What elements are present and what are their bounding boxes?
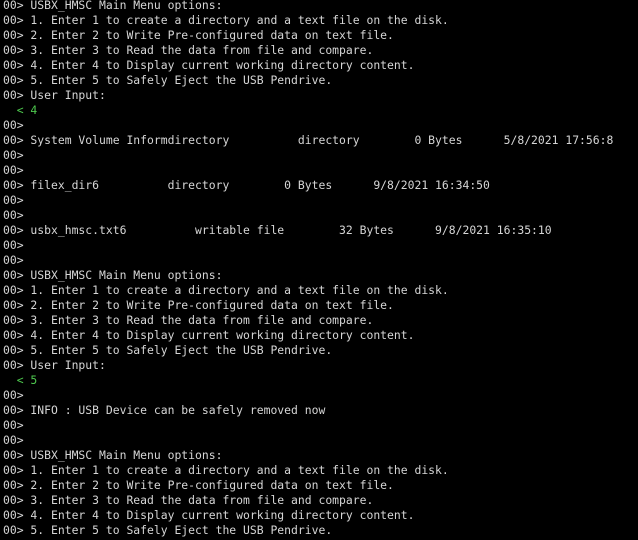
console-line: 00> 3. Enter 3 to Read the data from fil… <box>3 493 374 507</box>
console-line: 00> 1. Enter 1 to create a directory and… <box>3 283 449 297</box>
console-line: 00> USBX_HMSC Main Menu options: <box>3 268 223 282</box>
console-line: 00> 3. Enter 3 to Read the data from fil… <box>3 313 374 327</box>
console-line: 00> 4. Enter 4 to Display current workin… <box>3 328 415 342</box>
console-line: 00> 3. Enter 3 to Read the data from fil… <box>3 43 374 57</box>
console-line: 00> 1. Enter 1 to create a directory and… <box>3 463 449 477</box>
console-line: 00> <box>3 388 24 402</box>
console-line: 00> 4. Enter 4 to Display current workin… <box>3 58 415 72</box>
console-line: 00> <box>3 208 24 222</box>
console-line: 00> <box>3 163 24 177</box>
console-line: 00> <box>3 418 24 432</box>
user-input-echo: < 5 <box>3 373 38 387</box>
console-line: 00> usbx_hmsc.txt6 writable file 32 Byte… <box>3 223 552 237</box>
console-line: 00> <box>3 238 24 252</box>
console-line: 00> <box>3 118 24 132</box>
console-line: 00> 5. Enter 5 to Safely Eject the USB P… <box>3 523 333 537</box>
console-line: 00> 1. Enter 1 to create a directory and… <box>3 13 449 27</box>
console-line: 00> 2. Enter 2 to Write Pre-configured d… <box>3 478 394 492</box>
console-line: 00> <box>3 148 24 162</box>
console-line: 00> 5. Enter 5 to Safely Eject the USB P… <box>3 73 333 87</box>
console-line: 00> User Input: <box>3 88 106 102</box>
console-line: 00> User Input: <box>3 358 106 372</box>
console-line: 00> 5. Enter 5 to Safely Eject the USB P… <box>3 343 333 357</box>
terminal-window: 00> USBX_HMSC Main Menu options: 00> 1. E… <box>0 0 638 540</box>
console-line: 00> <box>3 193 24 207</box>
console-line: 00> INFO : USB Device can be safely remo… <box>3 403 326 417</box>
console-output: 00> USBX_HMSC Main Menu options: 00> 1. E… <box>3 0 613 538</box>
console-line: 00> 2. Enter 2 to Write Pre-configured d… <box>3 28 394 42</box>
console-line: 00> System Volume Informdirectory direct… <box>3 133 614 147</box>
console-line: 00> 4. Enter 4 to Display current workin… <box>3 508 415 522</box>
console-line: 00> <box>3 433 24 447</box>
console-line: 00> <box>3 253 24 267</box>
console-line: 00> USBX_HMSC Main Menu options: <box>3 0 223 12</box>
console-line: 00> USBX_HMSC Main Menu options: <box>3 448 223 462</box>
user-input-echo: < 4 <box>3 103 38 117</box>
console-line: 00> filex_dir6 directory 0 Bytes 9/8/202… <box>3 178 490 192</box>
console-line: 00> 2. Enter 2 to Write Pre-configured d… <box>3 298 394 312</box>
